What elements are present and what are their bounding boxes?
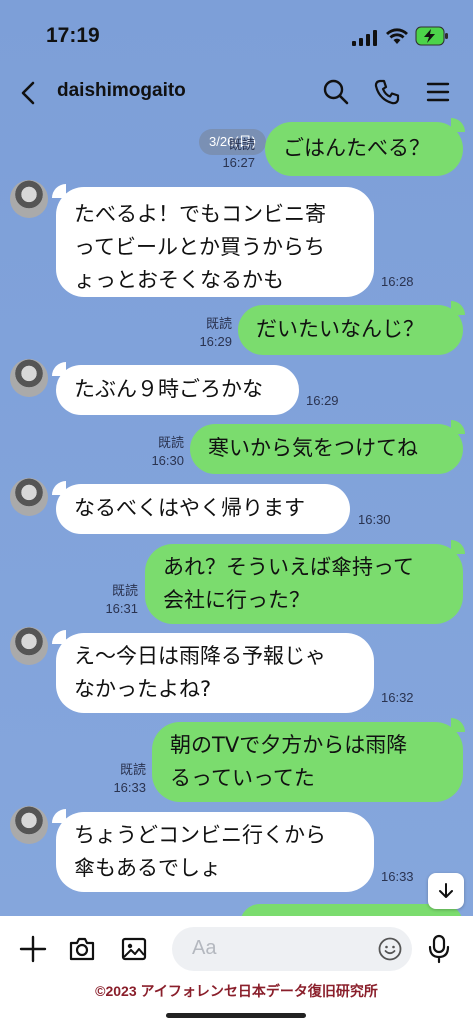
message-text: たぶん９時ごろかな	[74, 377, 263, 401]
message-time: 16:29	[306, 393, 339, 408]
camera-icon[interactable]	[67, 934, 97, 964]
message-time: 16:28	[381, 274, 414, 289]
avatar[interactable]	[10, 806, 48, 844]
read-receipt: 既読	[205, 316, 232, 331]
message-meta: 既読 16:29	[180, 315, 232, 351]
image-icon[interactable]	[119, 934, 149, 964]
cellular-signal-icon	[352, 30, 377, 46]
read-receipt: 既読	[111, 583, 138, 598]
message-text: あれ？そういえば傘持って 会社に行った？	[163, 555, 414, 612]
menu-icon[interactable]	[423, 77, 453, 107]
battery-charging-icon	[415, 26, 448, 46]
read-receipt: 既読	[119, 762, 146, 777]
message-time: 16:29	[199, 334, 232, 349]
message-bubble-incoming[interactable]: ちょうどコンビニ行くから 傘もあるでしょ	[56, 812, 374, 892]
search-icon[interactable]	[321, 77, 351, 107]
message-meta: 既読 16:33	[96, 761, 146, 797]
message-text: ちょうどコンビニ行くから 傘もあるでしょ	[74, 823, 326, 880]
home-indicator	[166, 1013, 306, 1018]
message-text: ごはんたべる？	[283, 136, 430, 160]
message-time: 16:27	[222, 155, 255, 170]
message-bubble-incoming[interactable]: なるべくはやく帰ります	[56, 484, 350, 534]
message-text: たべるよ！でもコンビニ寄 ってビールとか買うからち ょっとおそくなるかも	[74, 202, 326, 292]
message-meta: 既読 16:31	[88, 582, 138, 618]
message-bubble-incoming[interactable]: たべるよ！でもコンビニ寄 ってビールとか買うからち ょっとおそくなるかも	[56, 187, 374, 297]
emoji-icon[interactable]	[378, 937, 402, 961]
arrow-down-icon	[439, 883, 453, 898]
message-time: 16:30	[358, 512, 391, 527]
message-text: だいたいなんじ？	[256, 317, 424, 341]
message-bubble-incoming[interactable]: え〜今日は雨降る予報じゃ なかったよね?	[56, 633, 374, 713]
avatar[interactable]	[10, 359, 48, 397]
message-text: え〜今日は雨降る予報じゃ なかったよね?	[74, 644, 326, 701]
wifi-icon	[386, 28, 408, 44]
message-meta: 既読 16:27	[205, 136, 255, 172]
copyright-text: ©2023 アイフォレンセ日本データ復旧研究所	[95, 983, 378, 999]
message-time: 16:31	[105, 601, 138, 616]
message-time: 16:33	[113, 780, 146, 795]
message-text: 寒いから気をつけてね	[208, 436, 418, 460]
message-meta: 既読 16:30	[134, 434, 184, 470]
message-text: なるべくはやく帰ります	[74, 496, 305, 520]
avatar[interactable]	[10, 478, 48, 516]
message-time: 16:32	[381, 690, 414, 705]
message-input-bar: Aa ©2023 アイフォレンセ日本データ復旧研究所	[0, 916, 473, 1024]
scroll-to-bottom-button[interactable]	[428, 873, 464, 909]
message-bubble-incoming[interactable]: たぶん９時ごろかな	[56, 365, 299, 415]
read-receipt: 既読	[157, 435, 184, 450]
read-receipt: 既読	[228, 137, 255, 152]
message-bubble-outgoing[interactable]: あれ？そういえば傘持って 会社に行った？	[145, 544, 463, 624]
message-text: 朝のTVで夕方からは雨降 るっていってた	[170, 733, 408, 790]
message-bubble-outgoing[interactable]: 朝のTVで夕方からは雨降 るっていってた	[152, 722, 463, 802]
chat-header: daishimogaito	[0, 68, 473, 116]
message-input-placeholder: Aa	[192, 937, 217, 959]
message-input[interactable]: Aa	[172, 927, 412, 971]
message-time: 16:33	[381, 869, 414, 884]
message-bubble-outgoing[interactable]: 寒いから気をつけてね	[190, 424, 463, 474]
message-bubble-outgoing[interactable]: だいたいなんじ？	[238, 305, 463, 355]
avatar[interactable]	[10, 627, 48, 665]
phone-icon[interactable]	[372, 77, 402, 107]
back-icon[interactable]	[14, 78, 44, 108]
status-bar: 17:19	[0, 0, 473, 70]
chat-title[interactable]: daishimogaito	[57, 80, 186, 102]
plus-icon[interactable]	[18, 934, 48, 964]
avatar[interactable]	[10, 180, 48, 218]
mic-icon[interactable]	[427, 934, 451, 964]
status-time: 17:19	[46, 24, 100, 47]
message-time: 16:30	[151, 453, 184, 468]
message-bubble-outgoing[interactable]: ごはんたべる？	[265, 122, 463, 176]
